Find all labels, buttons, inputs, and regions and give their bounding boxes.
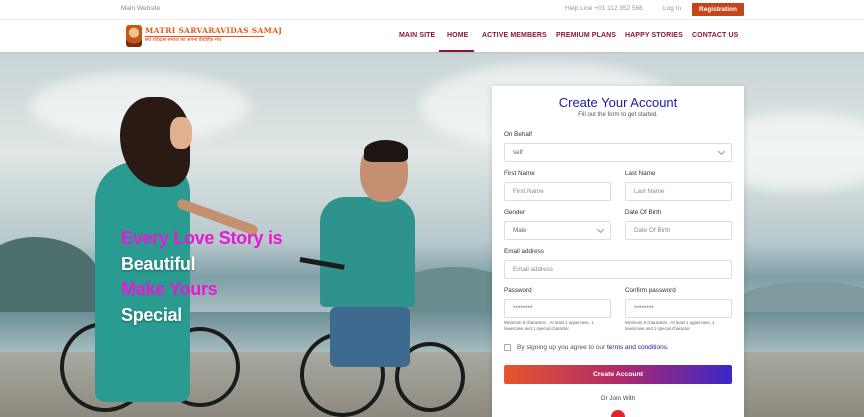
hero-headline-2: Beautiful <box>121 254 196 274</box>
man-shorts <box>330 307 410 367</box>
logo-portrait-icon <box>126 25 142 47</box>
logo-title: MATRI SARVARAVIDAS SAMAJ <box>145 26 283 35</box>
mountain <box>0 237 100 317</box>
login-link[interactable]: Log In <box>663 5 681 12</box>
terms-text: By signing up you agree to our <box>517 344 606 351</box>
site-logo[interactable]: MATRI SARVARAVIDAS SAMAJ सर्व रविदास समा… <box>126 25 282 47</box>
password-input[interactable]: ******** <box>504 299 611 318</box>
first-name-label: First Name <box>504 170 535 177</box>
terms-link[interactable]: terms and conditions. <box>607 344 669 351</box>
terms-agreement: By signing up you agree to our terms and… <box>517 344 669 351</box>
on-behalf-select[interactable]: self <box>504 143 732 162</box>
hero-headline-3: Make Yours <box>121 279 218 299</box>
dob-input[interactable] <box>625 221 732 240</box>
confirm-password-value: ******** <box>634 305 654 312</box>
dob-label: Date Of Birth <box>625 209 662 216</box>
password-label: Password <box>504 287 532 294</box>
last-name-label: Last Name <box>625 170 656 177</box>
or-join-with-label: Or Join With <box>600 395 636 402</box>
nav-premium-plans[interactable]: PREMIUM PLANS <box>556 32 616 39</box>
woman-face <box>170 117 192 149</box>
nav-main-site[interactable]: MAIN SITE <box>399 32 435 39</box>
first-name-input[interactable] <box>504 182 611 201</box>
email-input[interactable] <box>504 260 732 279</box>
gender-select[interactable]: Male <box>504 221 611 240</box>
nav-home[interactable]: HOME <box>447 32 468 39</box>
terms-checkbox[interactable] <box>504 344 511 351</box>
email-label: Email address <box>504 248 544 255</box>
create-account-button[interactable]: Create Account <box>504 365 732 384</box>
hero-headline-4: Special <box>121 305 182 325</box>
create-account-form: Create Your Account Fill out the form to… <box>492 86 744 417</box>
main-website-link[interactable]: Main Website <box>121 5 160 12</box>
man-figure <box>320 197 415 307</box>
on-behalf-label: On Behalf <box>504 131 533 138</box>
google-icon[interactable] <box>611 410 625 417</box>
on-behalf-value: self <box>513 149 523 156</box>
top-bar: Main Website Help Line +01 112 352 566 L… <box>0 0 864 20</box>
nav-active-indicator <box>439 50 474 52</box>
nav-active-members[interactable]: ACTIVE MEMBERS <box>482 32 547 39</box>
gender-value: Male <box>513 227 527 234</box>
last-name-input[interactable] <box>625 182 732 201</box>
main-navbar: MATRI SARVARAVIDAS SAMAJ सर्व रविदास समा… <box>0 20 864 52</box>
gender-label: Gender <box>504 209 526 216</box>
password-value: ******** <box>513 305 533 312</box>
chevron-down-icon <box>717 147 726 156</box>
confirm-password-input[interactable]: ******** <box>625 299 732 318</box>
form-title: Create Your Account <box>558 95 678 110</box>
nav-contact-us[interactable]: CONTACT US <box>692 32 738 39</box>
chevron-down-icon <box>596 225 605 234</box>
man-hair <box>364 140 408 162</box>
nav-happy-stories[interactable]: HAPPY STORIES <box>625 32 683 39</box>
hero-headline-1: Every Love Story is <box>121 228 283 248</box>
password-hint: Minimum 8 characters , At least 1 upperc… <box>504 320 594 331</box>
logo-tagline: सर्व रविदास समाज का अपना वैवाहिक मंच <box>145 37 221 43</box>
form-subtitle: Fill out the form to get started. <box>578 112 658 118</box>
confirm-password-hint: Minimum 8 characters , At least 1 upperc… <box>625 320 715 331</box>
helpline-text: Help Line +01 112 352 566 <box>565 5 643 12</box>
registration-button[interactable]: Registration <box>692 3 744 16</box>
confirm-password-label: Confirm password <box>625 287 676 294</box>
